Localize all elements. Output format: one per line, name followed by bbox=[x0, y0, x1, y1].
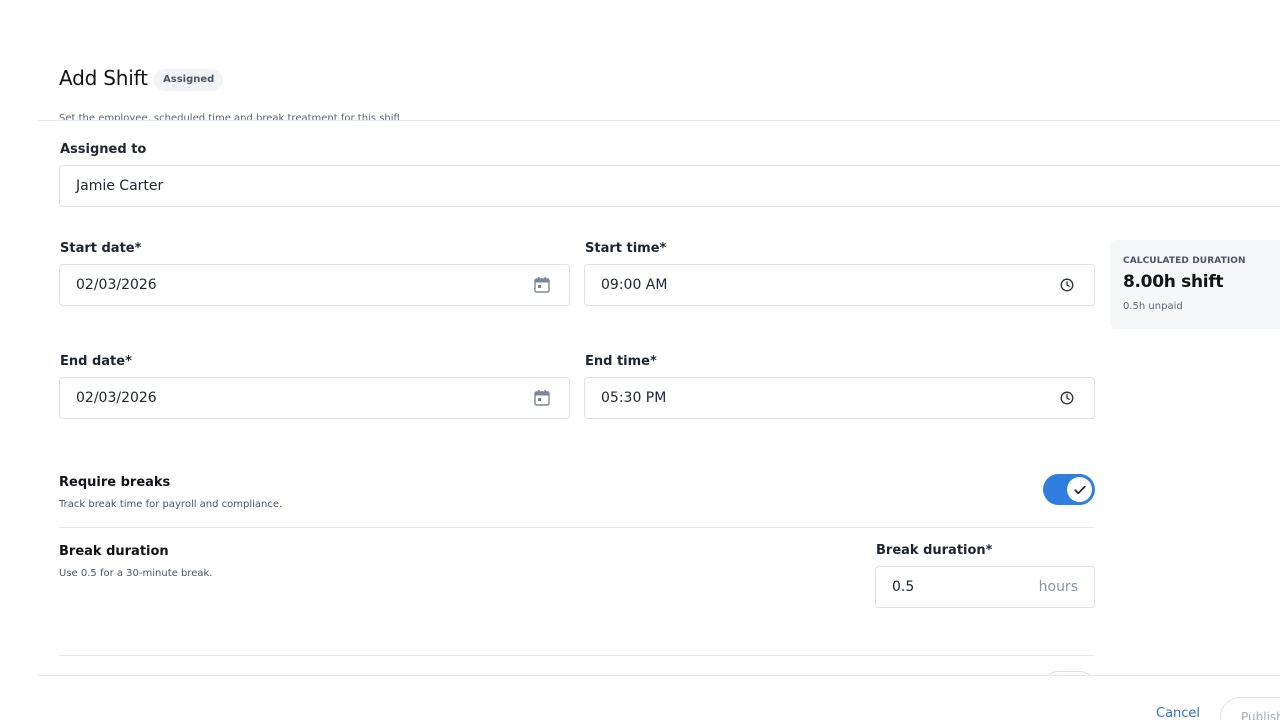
cancel-button[interactable]: Cancel bbox=[1156, 706, 1200, 720]
calendar-icon[interactable] bbox=[533, 389, 551, 407]
footer-divider bbox=[38, 675, 1280, 676]
break-duration-title: Break duration bbox=[59, 544, 169, 559]
start-date-input[interactable]: 02/03/2026 bbox=[59, 264, 570, 306]
duration-unpaid-note: 0.5h unpaid bbox=[1123, 301, 1183, 312]
header-divider bbox=[38, 120, 1280, 121]
assigned-to-label: Assigned to bbox=[60, 142, 147, 157]
clock-icon[interactable] bbox=[1060, 278, 1074, 292]
calendar-icon[interactable] bbox=[533, 276, 551, 294]
end-time-input[interactable]: 05:30 PM bbox=[584, 377, 1095, 419]
break-duration-description: Use 0.5 for a 30-minute break. bbox=[59, 568, 213, 579]
toggle-knob bbox=[1067, 477, 1092, 502]
status-badge: Assigned bbox=[154, 69, 224, 91]
assigned-to-field[interactable]: Jamie Carter bbox=[59, 165, 1280, 207]
end-date-value: 02/03/2026 bbox=[76, 390, 157, 406]
require-breaks-toggle[interactable] bbox=[1043, 474, 1095, 505]
section-divider bbox=[59, 655, 1095, 656]
duration-caption: CALCULATED DURATION bbox=[1123, 256, 1246, 266]
start-time-value: 09:00 AM bbox=[601, 277, 668, 293]
start-time-label: Start time* bbox=[585, 241, 667, 256]
clock-icon[interactable] bbox=[1060, 391, 1074, 405]
duration-value: 8.00h shift bbox=[1123, 272, 1224, 292]
start-date-label: Start date* bbox=[60, 241, 142, 256]
break-duration-input[interactable]: 0.5 hours bbox=[875, 566, 1095, 608]
end-date-input[interactable]: 02/03/2026 bbox=[59, 377, 570, 419]
calculated-duration-card: CALCULATED DURATION 8.00h shift 0.5h unp… bbox=[1110, 240, 1280, 329]
section-divider bbox=[59, 527, 1095, 528]
require-breaks-title: Require breaks bbox=[59, 475, 171, 490]
end-time-value: 05:30 PM bbox=[601, 390, 667, 406]
break-duration-label: Break duration* bbox=[876, 543, 993, 558]
break-duration-unit: hours bbox=[1038, 579, 1078, 595]
publish-button[interactable]: Publish bbox=[1220, 697, 1280, 720]
checkmark-icon bbox=[1073, 485, 1086, 495]
require-breaks-description: Track break time for payroll and complia… bbox=[59, 499, 283, 510]
end-date-label: End date* bbox=[60, 354, 132, 369]
start-date-value: 02/03/2026 bbox=[76, 277, 157, 293]
page-title: Add Shift bbox=[59, 66, 148, 90]
assigned-to-value: Jamie Carter bbox=[76, 178, 164, 194]
start-time-input[interactable]: 09:00 AM bbox=[584, 264, 1095, 306]
end-time-label: End time* bbox=[585, 354, 657, 369]
break-duration-value: 0.5 bbox=[892, 579, 915, 595]
